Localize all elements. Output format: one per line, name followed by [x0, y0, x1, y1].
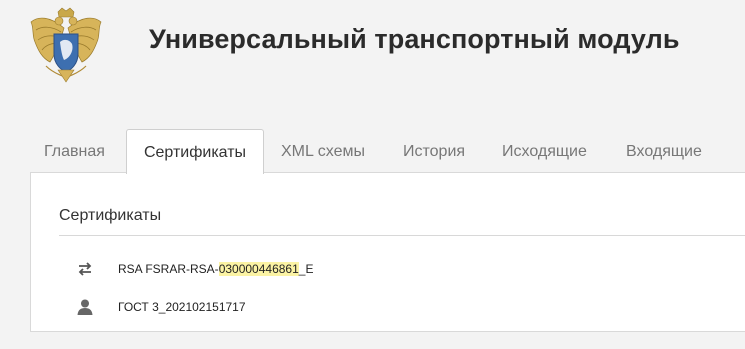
tab-incoming[interactable]: Входящие: [626, 129, 702, 172]
certificate-label: RSA FSRAR-RSA-030000446861_E: [118, 262, 314, 276]
tab-home[interactable]: Главная: [44, 129, 105, 172]
app-title: Универсальный транспортный модуль: [149, 24, 680, 54]
certificate-row-gost[interactable]: ГОСТ 3_202102151717: [76, 296, 246, 318]
certificate-id-highlight: 030000446861: [218, 262, 299, 276]
tab-outgoing[interactable]: Исходящие: [502, 129, 587, 172]
certificate-label: ГОСТ 3_202102151717: [118, 300, 246, 314]
tab-certificates[interactable]: Сертификаты: [126, 129, 264, 174]
certificate-row-rsa[interactable]: RSA FSRAR-RSA-030000446861_E: [76, 258, 313, 280]
tab-xml-schemas[interactable]: XML схемы: [281, 129, 365, 172]
coat-of-arms-emblem-icon: [30, 7, 102, 83]
exchange-arrows-icon: [78, 262, 92, 276]
panel-divider: [59, 235, 745, 236]
tab-history[interactable]: История: [403, 129, 465, 172]
certificates-panel: Сертификаты RSA FSRAR-RSA-030000446861_E…: [30, 172, 745, 332]
tab-bar: Главная Сертификаты XML схемы История Ис…: [28, 129, 745, 174]
user-icon: [77, 299, 93, 315]
panel-title: Сертификаты: [59, 207, 162, 224]
